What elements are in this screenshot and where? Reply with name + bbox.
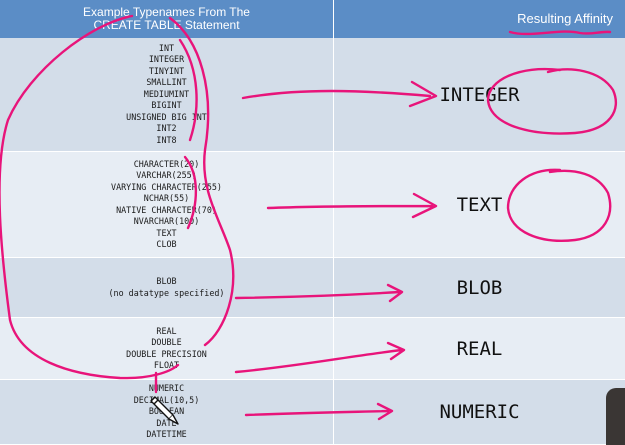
pencil-cursor-icon	[150, 396, 179, 425]
typename: INT	[158, 42, 175, 53]
typename: VARYING CHARACTER(255)	[111, 181, 222, 192]
affinity-cell: INTEGER	[439, 83, 520, 106]
typenames-cell: BLOB (no datatype specified)	[0, 258, 333, 317]
typename: INT2	[156, 123, 177, 134]
header-typenames: Example Typenames From The CREATE TABLE …	[0, 0, 333, 38]
affinity-cell: TEXT	[456, 193, 503, 216]
affinity-cell: BLOB	[456, 276, 503, 299]
typename: INT8	[156, 134, 177, 145]
typename: VARCHAR(255)	[136, 170, 197, 180]
header-affinity: Resulting Affinity	[517, 11, 613, 26]
typename: TINYINT	[148, 65, 185, 76]
table-row: BLOB (no datatype specified) BLOB	[0, 258, 625, 318]
table-row: CHARACTER(20) VARCHAR(255) VARYING CHARACT…	[0, 152, 625, 258]
typename: NCHAR(55)	[143, 193, 190, 203]
typename: INTEGER	[148, 54, 185, 65]
typenames-cell: REAL DOUBLE DOUBLE PRECISION FLOAT	[0, 318, 333, 379]
typename: REAL	[156, 325, 177, 336]
typename: UNSIGNED BIG INT	[126, 111, 207, 122]
typename: MEDIUMINT	[143, 88, 190, 99]
typename: BIGINT	[151, 100, 182, 111]
table-row: INT INTEGER TINYINT SMALLINT MEDIUMINT BIGINT…	[0, 38, 625, 152]
typename: DOUBLE	[151, 337, 182, 347]
affinity-table: Example Typenames From The CREATE TABLE …	[0, 0, 625, 445]
typename: NVARCHAR(100)	[133, 216, 200, 226]
typename: CLOB	[156, 239, 177, 249]
header-typenames-line2: CREATE TABLE Statement	[93, 18, 240, 32]
typename: DATETIME	[146, 429, 187, 440]
presenter-silhouette	[606, 388, 625, 445]
typename: CHARACTER(20)	[133, 158, 200, 169]
typename: FLOAT	[153, 360, 180, 370]
typename: SMALLINT	[146, 77, 187, 88]
affinity-cell: REAL	[456, 337, 503, 360]
typenames-cell: INT INTEGER TINYINT SMALLINT MEDIUMINT BIGINT…	[0, 38, 333, 151]
typename: (no datatype specified)	[108, 287, 225, 298]
typename: NATIVE CHARACTER(70)	[116, 204, 217, 215]
typename: DOUBLE PRECISION	[126, 348, 207, 359]
typenames-cell: CHARACTER(20) VARCHAR(255) VARYING CHARACT…	[0, 152, 333, 257]
affinity-cell: NUMERIC	[439, 401, 520, 423]
table-header: Example Typenames From The CREATE TABLE …	[0, 0, 625, 38]
typename: BLOB	[156, 276, 177, 286]
table-row: NUMERICDECIMAL(10,5)BOOLEANDATEDATETIMEN…	[0, 380, 625, 445]
table-row: REAL DOUBLE DOUBLE PRECISION FLOAT REAL	[0, 318, 625, 380]
typename: TEXT	[156, 227, 177, 238]
